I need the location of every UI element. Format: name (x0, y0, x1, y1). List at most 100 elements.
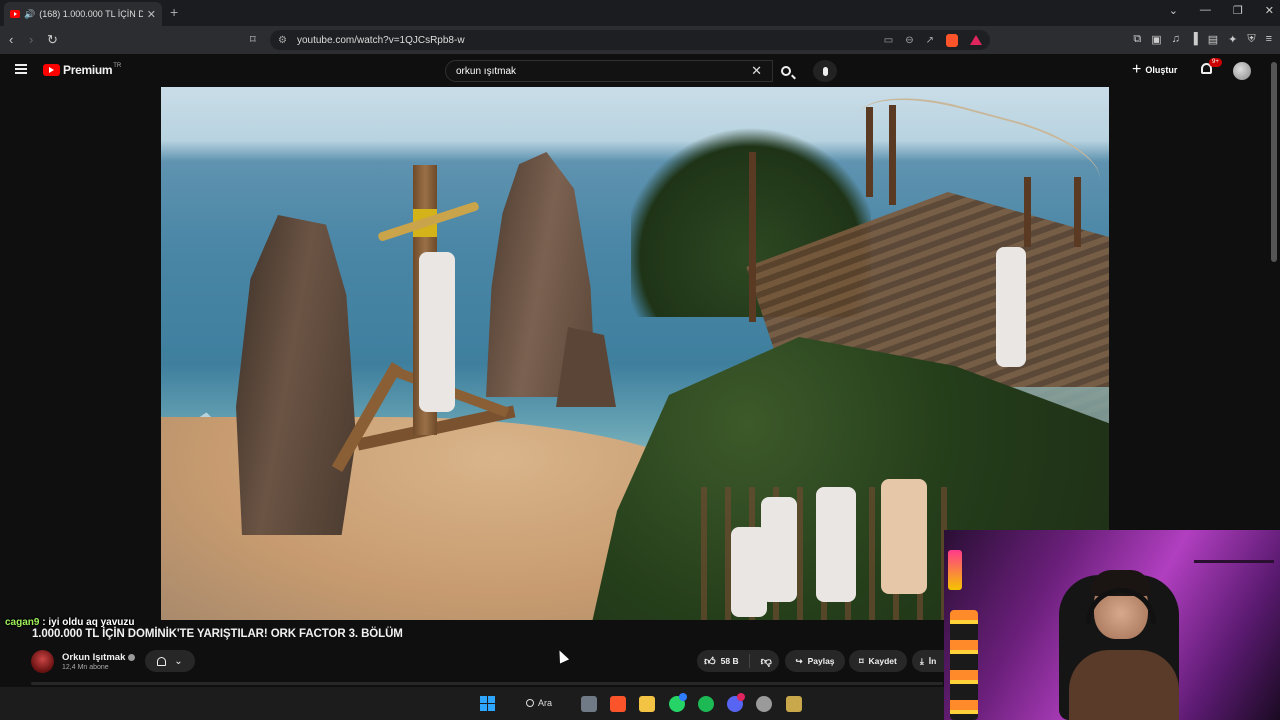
close-window-button[interactable]: ✕ (1265, 4, 1274, 17)
notification-badge: 9+ (1209, 58, 1222, 67)
deck-pillar (866, 107, 873, 197)
speaker-icon[interactable]: 🔊 (24, 9, 35, 20)
rgb-light (948, 550, 962, 590)
url-text[interactable]: youtube.com/watch?v=1QJCsRpb8-w (297, 35, 884, 46)
league-client-icon[interactable] (786, 696, 802, 712)
voice-search-button[interactable] (813, 60, 837, 82)
deck-pillar (889, 105, 896, 205)
site-info-icon[interactable]: ⚙ (278, 35, 287, 46)
channel-name-row[interactable]: Orkun Işıtmak (62, 652, 136, 663)
deck-pillar (1074, 177, 1081, 247)
figure-seated (816, 487, 856, 602)
divider (31, 682, 943, 685)
screenshot-icon[interactable]: ▣ (1151, 33, 1161, 46)
dislike-button[interactable]: 👎︎ (761, 655, 772, 668)
clear-search-icon[interactable]: ✕ (751, 63, 762, 79)
brave-shields-icon[interactable] (946, 33, 958, 47)
browser-menu-icon[interactable]: ≡ (1266, 33, 1272, 46)
bookmark-icon[interactable]: ⌑ (250, 33, 256, 46)
notifications-button[interactable]: 9+ (1201, 58, 1222, 75)
browser-toolbar: ‹ › ↻ ⌑ ⚙ youtube.com/watch?v=1QJCsRpb8-… (0, 26, 1280, 54)
search-icon (526, 699, 534, 707)
browser-tabbar: 🔊 (168) 1.000.000 TL İÇİN DOMİ ✕ + ⌄ — ❐… (0, 0, 1280, 26)
youtube-header: Premium TR orkun ışıtmak ✕ + Oluştur 9+ (0, 54, 1280, 87)
save-button[interactable]: ⌑ Kaydet (849, 650, 907, 672)
windows-taskbar (0, 687, 944, 720)
extensions-icon[interactable]: ⧉ (1133, 33, 1141, 46)
logo-region: TR (113, 63, 122, 69)
brave-browser-icon[interactable] (610, 696, 626, 712)
new-tab-button[interactable]: + (170, 4, 178, 20)
chat-text: : iyi oldu aq yavuzu (39, 617, 135, 628)
channel-avatar[interactable] (31, 649, 54, 673)
wallet-icon[interactable]: ▤ (1208, 33, 1218, 46)
figure-hanging (419, 252, 455, 412)
create-label: Oluştur (1145, 65, 1178, 75)
tab-search-icon[interactable]: ⌄ (1169, 4, 1178, 17)
rock-left (236, 215, 356, 535)
vpn-icon[interactable]: ⛨ (1247, 33, 1255, 46)
ai-icon[interactable]: ✦ (1228, 33, 1237, 46)
logo-text: Premium (63, 63, 113, 77)
search-query[interactable]: orkun ışıtmak (456, 66, 751, 77)
back-icon[interactable]: ‹ (9, 32, 13, 47)
bell-icon (157, 656, 167, 666)
youtube-favicon-icon (10, 10, 20, 18)
streamer (1069, 570, 1179, 720)
zoom-icon[interactable]: ⊖ (905, 35, 913, 46)
browser-tab[interactable]: 🔊 (168) 1.000.000 TL İÇİN DOMİ ✕ (4, 2, 162, 26)
deck-pillar (749, 152, 756, 322)
media-icon[interactable]: ♫ (1172, 33, 1180, 46)
cast-icon[interactable]: ▭ (884, 35, 893, 46)
spotify-icon[interactable] (698, 696, 714, 712)
windows-start-icon[interactable] (480, 696, 495, 711)
figure-running (996, 247, 1026, 367)
task-view-icon[interactable] (581, 696, 597, 712)
save-label: Kaydet (868, 656, 897, 666)
search-input[interactable]: orkun ışıtmak ✕ (445, 60, 773, 82)
file-explorer-icon[interactable] (639, 696, 655, 712)
share-label: Paylaş (807, 656, 835, 666)
microphone-icon (822, 66, 828, 76)
page-scrollbar[interactable] (1271, 62, 1277, 262)
plus-icon: + (1132, 61, 1142, 78)
extensions-bar: ⧉ ▣ ♫ ▐ ▤ ✦ ⛨ ≡ (1133, 33, 1272, 46)
whatsapp-badge (679, 693, 687, 701)
share-page-icon[interactable]: ↗ (926, 35, 934, 46)
like-button[interactable]: 👍︎ 58 B (704, 654, 750, 668)
subscriber-count: 12,4 Mn abone (62, 663, 109, 671)
account-avatar[interactable] (1233, 62, 1251, 80)
bookmark-icon: ⌑ (859, 655, 864, 666)
create-button[interactable]: + Oluştur (1132, 62, 1177, 78)
reload-icon[interactable]: ↻ (47, 32, 58, 48)
tab-title: (168) 1.000.000 TL İÇİN DOMİ (39, 9, 143, 19)
verified-icon (128, 653, 136, 661)
restore-button[interactable]: ❐ (1233, 4, 1243, 17)
address-bar[interactable]: ⚙ youtube.com/watch?v=1QJCsRpb8-w ▭ ⊖ ↗ (270, 30, 990, 50)
forward-icon[interactable]: › (29, 32, 33, 47)
subscription-bell-button[interactable]: ⌄ (145, 650, 195, 672)
youtube-play-icon (43, 64, 60, 76)
chat-username: cagan9 (5, 617, 40, 628)
share-button[interactable]: ↪ Paylaş (785, 650, 845, 672)
tab-close-icon[interactable]: ✕ (147, 8, 156, 21)
wall-shelf (1194, 560, 1274, 610)
app-icon[interactable] (756, 696, 772, 712)
sidebar-icon[interactable]: ▐ (1190, 33, 1198, 46)
discord-badge (737, 693, 745, 701)
hamburger-menu-icon[interactable] (15, 64, 27, 74)
like-dislike-group: 👍︎ 58 B 👎︎ (697, 650, 779, 672)
taskbar-search[interactable]: Ara (526, 698, 552, 708)
channel-name[interactable]: Orkun Işıtmak (62, 652, 125, 663)
download-label: İn (928, 656, 937, 666)
brave-rewards-icon[interactable] (970, 35, 982, 45)
youtube-logo[interactable]: Premium TR (43, 63, 121, 77)
like-count: 58 B (720, 656, 739, 666)
thumbs-up-icon: 👍︎ (704, 655, 716, 668)
search-button[interactable] (773, 60, 799, 82)
streamer-body (1069, 650, 1179, 720)
window-controls: ⌄ — ❐ ✕ (1169, 4, 1274, 17)
rgb-fans (950, 610, 978, 720)
video-title: 1.000.000 TL İÇİN DOMİNİK'TE YARIŞTILAR!… (32, 628, 403, 640)
minimize-button[interactable]: — (1200, 4, 1211, 17)
